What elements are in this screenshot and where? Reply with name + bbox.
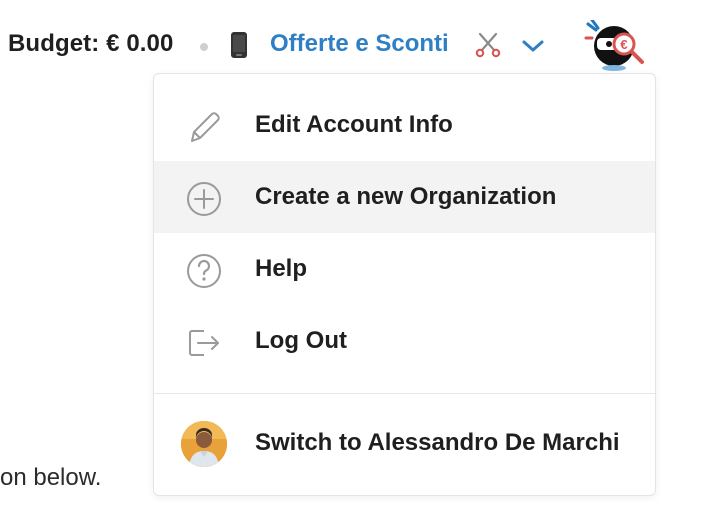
account-dropdown-menu: Edit Account Info Create a new Organizat…: [153, 73, 656, 496]
menu-item-switch-user[interactable]: Switch to Alessandro De Marchi: [154, 408, 655, 480]
menu-divider: [154, 393, 655, 394]
plus-circle-icon: [187, 182, 221, 216]
top-bar: Budget: € 0.00 Offerte e Sconti €: [0, 20, 706, 72]
svg-text:€: €: [620, 37, 627, 52]
menu-item-create-organization[interactable]: Create a new Organization: [154, 161, 655, 233]
user-avatar-mascot[interactable]: €: [584, 20, 654, 72]
pencil-icon: [191, 112, 220, 142]
menu-item-help[interactable]: Help: [154, 233, 655, 305]
switch-user-label: Switch to Alessandro De Marchi: [255, 429, 620, 456]
menu-item-edit-account[interactable]: Edit Account Info: [154, 89, 655, 161]
page: Budget: € 0.00 Offerte e Sconti € on bel…: [0, 0, 706, 512]
budget-label: Budget: € 0.00: [8, 30, 174, 57]
menu-item-label: Create a new Organization: [255, 183, 557, 210]
menu-item-label: Help: [255, 255, 308, 282]
logout-icon: [189, 330, 219, 356]
background-text: on below.: [0, 464, 102, 491]
user-photo-avatar: [181, 421, 227, 467]
chevron-down-icon[interactable]: [520, 36, 546, 56]
scissors-icon: [475, 32, 501, 58]
menu-item-label: Edit Account Info: [255, 111, 453, 138]
question-circle-icon: [187, 254, 221, 288]
organization-switcher[interactable]: Offerte e Sconti: [270, 30, 449, 58]
mobile-phone-icon: [231, 32, 247, 58]
separator-dot: [200, 43, 208, 51]
menu-item-label: Log Out: [255, 327, 347, 354]
menu-item-log-out[interactable]: Log Out: [154, 305, 655, 377]
